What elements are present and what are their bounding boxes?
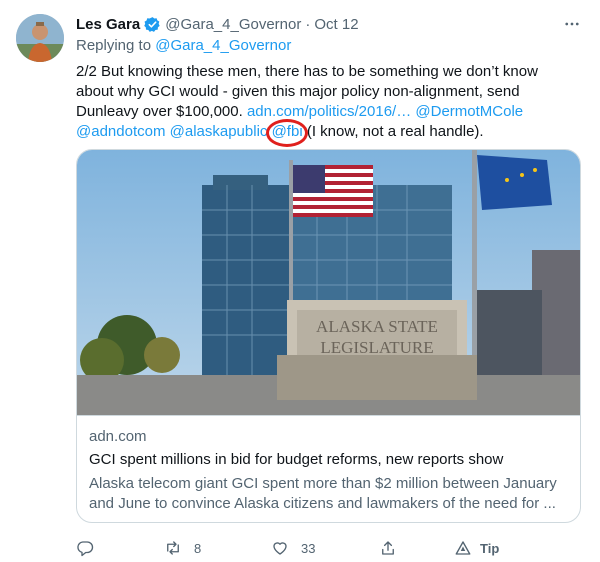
share-button[interactable]	[379, 537, 397, 559]
card-image[interactable]: ALASKA STATE LEGISLATURE	[77, 150, 580, 415]
verified-badge-icon	[144, 16, 161, 33]
replying-to: Replying to @Gara_4_Governor	[76, 37, 291, 54]
tweet-date[interactable]: Oct 12	[314, 16, 358, 33]
reply-button[interactable]	[76, 537, 106, 559]
card-description: Alaska telecom giant GCI spent more than…	[89, 475, 557, 512]
retweet-button[interactable]: 8	[164, 537, 201, 559]
author-handle[interactable]: @Gara_4_Governor	[165, 16, 301, 33]
circled-mention: @fbi	[265, 119, 308, 147]
card-meta[interactable]: adn.com GCI spent millions in bid for bu…	[77, 415, 580, 522]
more-icon[interactable]	[562, 14, 582, 34]
link-preview-card[interactable]: ALASKA STATE LEGISLATURE adn.com GCI spe…	[76, 149, 581, 523]
replying-to-label: Replying to	[76, 37, 152, 54]
mention-dermotmcole[interactable]: @DermotMCole	[415, 103, 523, 120]
author-name[interactable]: Les Gara	[76, 16, 140, 33]
card-domain: adn.com	[89, 428, 147, 445]
tip-button[interactable]: Tip	[454, 537, 499, 559]
separator-dot: ·	[305, 15, 311, 33]
tweet-text-fragment: Dunleavy over $100,000.	[76, 103, 243, 120]
tweet-text-line: 2/2 But knowing these men, there has to …	[76, 63, 538, 80]
tweet: Les Gara @Gara_4_Governor · Oct 12 Reply…	[0, 0, 600, 562]
tweet-text-line: about why GCI would - given this major p…	[76, 83, 520, 100]
card-title: GCI spent millions in bid for budget ref…	[89, 451, 504, 468]
tip-label: Tip	[480, 540, 500, 556]
tip-icon	[454, 539, 472, 557]
tweet-text-line: Dunleavy over $100,000. adn.com/politics…	[76, 102, 576, 122]
tweet-text-line: @adndotcom @alaskapublic @fbi (I know, n…	[76, 119, 576, 147]
tweet-text: 2/2 But knowing these men, there has to …	[76, 62, 576, 147]
sign-text-line1: ALASKA STATE	[316, 317, 438, 336]
action-bar: 8 33 Tip	[76, 537, 526, 559]
mention-adndotcom[interactable]: @adndotcom	[76, 123, 165, 140]
mention-alaskapublic[interactable]: @alaskapublic	[170, 123, 268, 140]
like-count: 33	[301, 540, 316, 556]
mention-fbi[interactable]: @fbi	[272, 123, 303, 140]
sign-text-line2: LEGISLATURE	[320, 338, 433, 357]
avatar[interactable]	[16, 14, 64, 62]
article-link[interactable]: adn.com/politics/2016/…	[247, 103, 411, 120]
tweet-text-fragment: (I know, not a real handle).	[306, 123, 484, 140]
like-button[interactable]: 33	[271, 537, 315, 559]
replying-to-handle[interactable]: @Gara_4_Governor	[155, 37, 291, 54]
like-icon	[271, 539, 289, 557]
reply-icon	[76, 539, 94, 557]
tweet-header: Les Gara @Gara_4_Governor · Oct 12	[76, 14, 586, 34]
retweet-icon	[164, 539, 182, 557]
share-icon	[379, 539, 397, 557]
retweet-count: 8	[194, 540, 202, 556]
